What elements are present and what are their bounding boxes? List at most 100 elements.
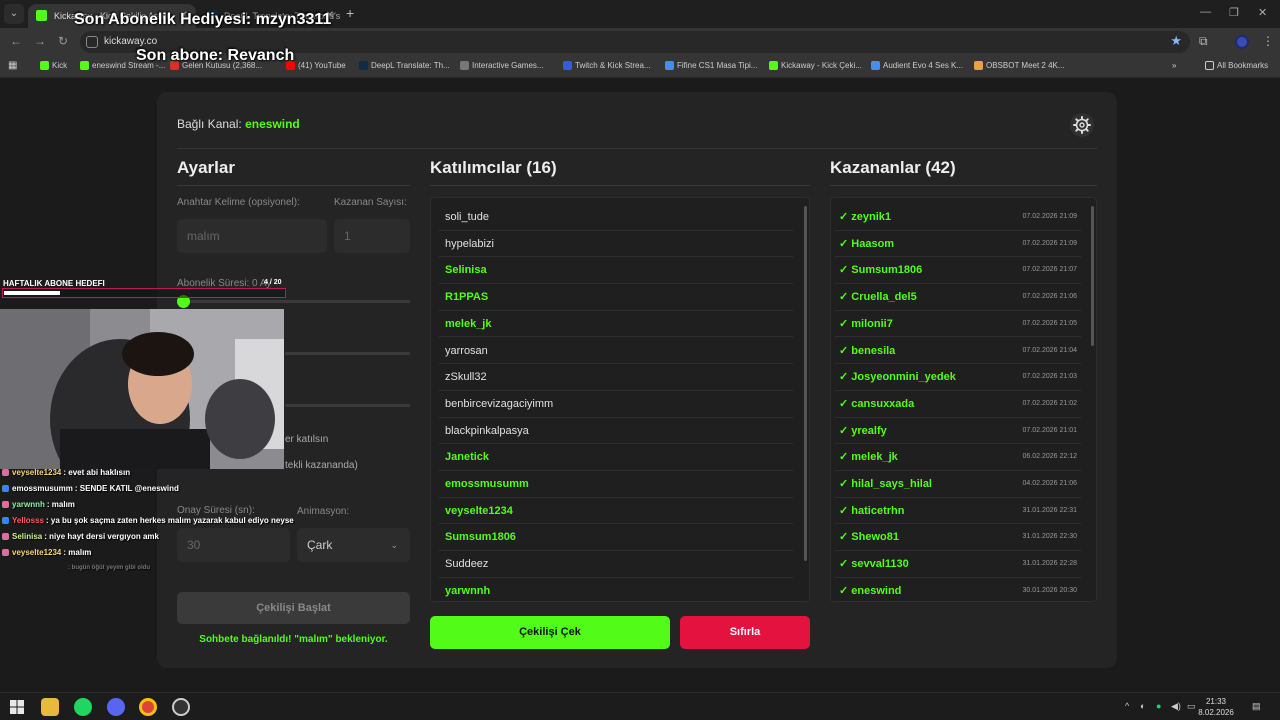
kick-favicon-icon	[769, 61, 778, 70]
sub-duration-slider[interactable]	[177, 300, 410, 303]
winner-row: ✓ haticetrhn 31.01.2026 22:31	[835, 498, 1081, 525]
restore-icon[interactable]: ❐	[1229, 6, 1239, 19]
chat-message: Selinisa: niye hayt dersi vergıyon amk	[2, 532, 159, 541]
winners-scrollbar[interactable]	[1091, 206, 1094, 346]
tray-overflow-icon[interactable]: ^	[1125, 701, 1129, 711]
bookmark-twitch-kick[interactable]: Twitch & Kick Strea...	[563, 61, 651, 70]
windows-start-icon[interactable]	[8, 698, 26, 716]
participant-name: Selinisa	[445, 264, 487, 277]
chat-message: : bugün öğüt yeyım gibi oldu	[66, 565, 150, 571]
winner-name: ✓ Sumsum1806	[839, 264, 923, 277]
participants-divider	[430, 185, 810, 186]
file-explorer-icon[interactable]	[41, 698, 59, 716]
animation-select[interactable]: Çark ⌄	[297, 528, 410, 562]
draw-button[interactable]: Çekilişi Çek	[430, 616, 670, 649]
participant-name: benbircevizagaciyimm	[445, 397, 554, 410]
winner-date: 07.02.2026 21:03	[1022, 373, 1078, 381]
system-clock[interactable]: 21:33 8.02.2026	[1196, 696, 1236, 718]
page-favicon-icon	[563, 61, 572, 70]
chrome-icon[interactable]	[139, 698, 157, 716]
bookmark-kick[interactable]: Kick	[40, 61, 67, 70]
bookmarks-overflow-icon[interactable]: »	[1172, 61, 1176, 70]
chat-text: : bugün öğüt yeyım gibi oldu	[68, 565, 150, 571]
bookmark-label: OBSBOT Meet 2 4K...	[986, 61, 1065, 70]
winner-date: 07.02.2026 21:06	[1022, 293, 1078, 301]
bookmark-fifine[interactable]: Fifine CS1 Masa Tipi...	[665, 61, 757, 70]
bookmark-label: Twitch & Kick Strea...	[575, 61, 651, 70]
bookmark-audient[interactable]: Audient Evo 4 Ses K...	[871, 61, 963, 70]
winner-date: 31.01.2026 22:31	[1022, 506, 1078, 514]
discord-icon[interactable]	[107, 698, 125, 716]
spotify-icon[interactable]	[74, 698, 92, 716]
winner-count-input[interactable]: 1	[334, 219, 410, 253]
back-icon[interactable]: ←	[10, 34, 22, 48]
participants-scrollbar[interactable]	[804, 206, 807, 561]
winner-row: ✓ zeynik1 07.02.2026 21:09	[835, 204, 1081, 231]
notifications-icon[interactable]: ▤	[1252, 701, 1261, 712]
participant-row: R1PPAS	[439, 284, 793, 311]
tab-search-button[interactable]: ⌄	[4, 4, 24, 24]
participant-row: emossmusumm	[439, 471, 793, 498]
winner-row: ✓ eneswind 30.01.2026 20:30	[835, 578, 1081, 601]
bookmark-kickaway[interactable]: Kickaway - Kick Çeki...	[769, 61, 862, 70]
participants-list[interactable]: soli_tude hypelabizi Selinisa R1PPAS melek_j…	[430, 197, 810, 602]
apps-grid-icon[interactable]: ▦	[8, 60, 17, 71]
participant-name: hypelabizi	[445, 237, 494, 250]
winners-list[interactable]: ✓ zeynik1 07.02.2026 21:09 ✓ Haasom 07.02.2…	[830, 197, 1097, 602]
confirm-duration-input[interactable]: 30	[177, 528, 290, 562]
tray-discord-icon[interactable]: ◐	[1140, 701, 1145, 711]
settings-button[interactable]	[1070, 113, 1094, 137]
tray-spotify-icon[interactable]: ●	[1156, 701, 1161, 711]
winners-divider	[830, 185, 1097, 186]
chat-username: yarwnnh	[12, 500, 45, 509]
participant-row: Janetick	[439, 444, 793, 471]
clock-date: 8.02.2026	[1198, 708, 1234, 717]
bookmark-interactive-games[interactable]: Interactive Games...	[460, 61, 544, 70]
bookmark-deepl[interactable]: DeepL Translate: Th...	[359, 61, 450, 70]
participant-name: emossmusumm	[445, 478, 529, 490]
bookmark-label: Fifine CS1 Masa Tipi...	[677, 61, 758, 70]
bookmark-youtube[interactable]: (41) YouTube	[286, 61, 346, 70]
minimize-icon[interactable]: —	[1200, 6, 1211, 18]
participants-title: Katılımcılar (16)	[430, 158, 557, 177]
start-giveaway-button[interactable]: Çekilişi Başlat	[177, 592, 410, 624]
forward-icon[interactable]: →	[34, 34, 46, 48]
winner-date: 07.02.2026 21:09	[1022, 213, 1078, 220]
winner-date: 31.01.2026 22:30	[1022, 533, 1078, 541]
winner-row: ✓ melek_jk 06.02.2026 22:12	[835, 444, 1081, 471]
channel-label: Bağlı Kanal:	[177, 117, 242, 131]
menu-kebab-icon[interactable]: ⋮	[1262, 34, 1274, 48]
winner-name: ✓ Cruella_del5	[839, 291, 917, 304]
network-icon[interactable]: ▭	[1187, 701, 1196, 712]
reload-icon[interactable]: ↻	[58, 34, 68, 48]
obs-icon[interactable]	[172, 698, 190, 716]
bookmark-star-icon[interactable]: ★	[1170, 33, 1182, 49]
connected-channel: Bağlı Kanal: eneswind	[177, 117, 300, 131]
winner-row: ✓ hilal_says_hilal 04.02.2026 21:06	[835, 471, 1081, 498]
webcam-image	[0, 309, 284, 469]
site-info-icon[interactable]	[86, 36, 98, 48]
settings-divider	[177, 185, 410, 186]
winner-date: 07.02.2026 21:04	[1022, 346, 1078, 354]
new-tab-icon[interactable]: +	[346, 5, 354, 21]
extensions-icon[interactable]: ⧉	[1199, 34, 1208, 49]
participant-row: soli_tude	[439, 204, 793, 231]
keyword-input[interactable]: malım	[177, 219, 327, 253]
confirm-duration-label: Onay Süresi (sn):	[177, 505, 255, 516]
chat-badge-icon	[2, 549, 9, 556]
participant-row: benbircevizagaciyimm	[439, 391, 793, 418]
close-window-icon[interactable]: ✕	[1258, 6, 1267, 19]
participant-row: yarwnnh	[439, 578, 793, 601]
winner-name: ✓ eneswind	[839, 584, 902, 597]
profile-avatar[interactable]	[1235, 35, 1249, 49]
settings-slider-2[interactable]	[285, 352, 410, 355]
volume-icon[interactable]: ◀)	[1171, 701, 1181, 712]
chat-message: emossmusumm: SENDE KATIL @eneswind	[2, 484, 179, 493]
kickaway-panel: Bağlı Kanal: eneswind Ayarlar Anahtar Ke…	[157, 92, 1117, 668]
last-gift-sub-overlay: Son Abonelik Hediyesi: mzyn3311	[74, 11, 332, 28]
reset-button[interactable]: Sıfırla	[680, 616, 810, 649]
all-bookmarks-folder[interactable]: All Bookmarks	[1205, 61, 1268, 70]
settings-slider-3[interactable]	[285, 404, 410, 407]
last-sub-overlay: Son abone: Revanch	[136, 47, 295, 64]
bookmark-obsbot[interactable]: OBSBOT Meet 2 4K...	[974, 61, 1065, 70]
